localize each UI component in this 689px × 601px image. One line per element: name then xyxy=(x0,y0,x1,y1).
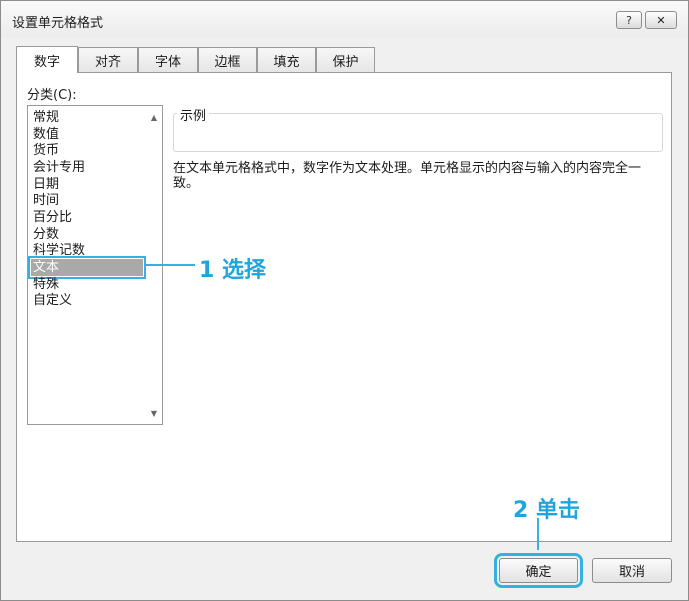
close-button[interactable]: ✕ xyxy=(645,11,677,29)
list-item-fraction[interactable]: 分数 xyxy=(31,226,143,243)
list-item-percentage[interactable]: 百分比 xyxy=(31,209,143,226)
list-item-accounting[interactable]: 会计专用 xyxy=(31,159,143,176)
tab-fill[interactable]: 填充 xyxy=(257,47,316,72)
dialog-title: 设置单元格格式 xyxy=(12,16,104,31)
list-item-special[interactable]: 特殊 xyxy=(31,276,143,293)
cancel-button[interactable]: 取消 xyxy=(592,558,672,583)
format-description: 在文本单元格格式中，数字作为文本处理。单元格显示的内容与输入的内容完全一致。 xyxy=(173,161,642,191)
tab-alignment[interactable]: 对齐 xyxy=(78,47,138,72)
help-button[interactable]: ? xyxy=(616,11,642,29)
format-cells-dialog: 设置单元格格式 ? ✕ 数字 对齐 字体 边框 填充 保护 分类(C): 常规 … xyxy=(0,0,689,601)
tab-protection[interactable]: 保护 xyxy=(316,47,375,72)
tab-number[interactable]: 数字 xyxy=(16,46,78,73)
annotation-step-1: 1 选择 xyxy=(199,258,266,283)
list-item-number[interactable]: 数值 xyxy=(31,126,143,143)
list-item-date[interactable]: 日期 xyxy=(31,176,143,193)
list-item-time[interactable]: 时间 xyxy=(31,192,143,209)
annotation-line-1 xyxy=(145,264,195,266)
ok-button[interactable]: 确定 xyxy=(494,553,583,588)
list-item-currency[interactable]: 货币 xyxy=(31,142,143,159)
category-label: 分类(C): xyxy=(27,88,77,103)
tab-border[interactable]: 边框 xyxy=(198,47,257,72)
scroll-down-icon[interactable]: ▼ xyxy=(148,408,160,420)
list-item-general[interactable]: 常规 xyxy=(31,109,143,126)
annotation-step-2: 2 单击 xyxy=(513,498,580,523)
sample-box xyxy=(173,113,663,152)
tab-font[interactable]: 字体 xyxy=(138,47,198,72)
list-item-custom[interactable]: 自定义 xyxy=(31,292,143,309)
category-list[interactable]: 常规 数值 货币 会计专用 日期 时间 百分比 分数 科学记数 文本 特殊 自定… xyxy=(27,105,163,425)
sample-label: 示例 xyxy=(177,105,210,124)
title-bar: 设置单元格格式 ? ✕ xyxy=(1,1,688,37)
list-item-scientific[interactable]: 科学记数 xyxy=(31,242,143,259)
list-item-text[interactable]: 文本 xyxy=(28,256,146,279)
scroll-up-icon[interactable]: ▲ xyxy=(148,112,160,124)
